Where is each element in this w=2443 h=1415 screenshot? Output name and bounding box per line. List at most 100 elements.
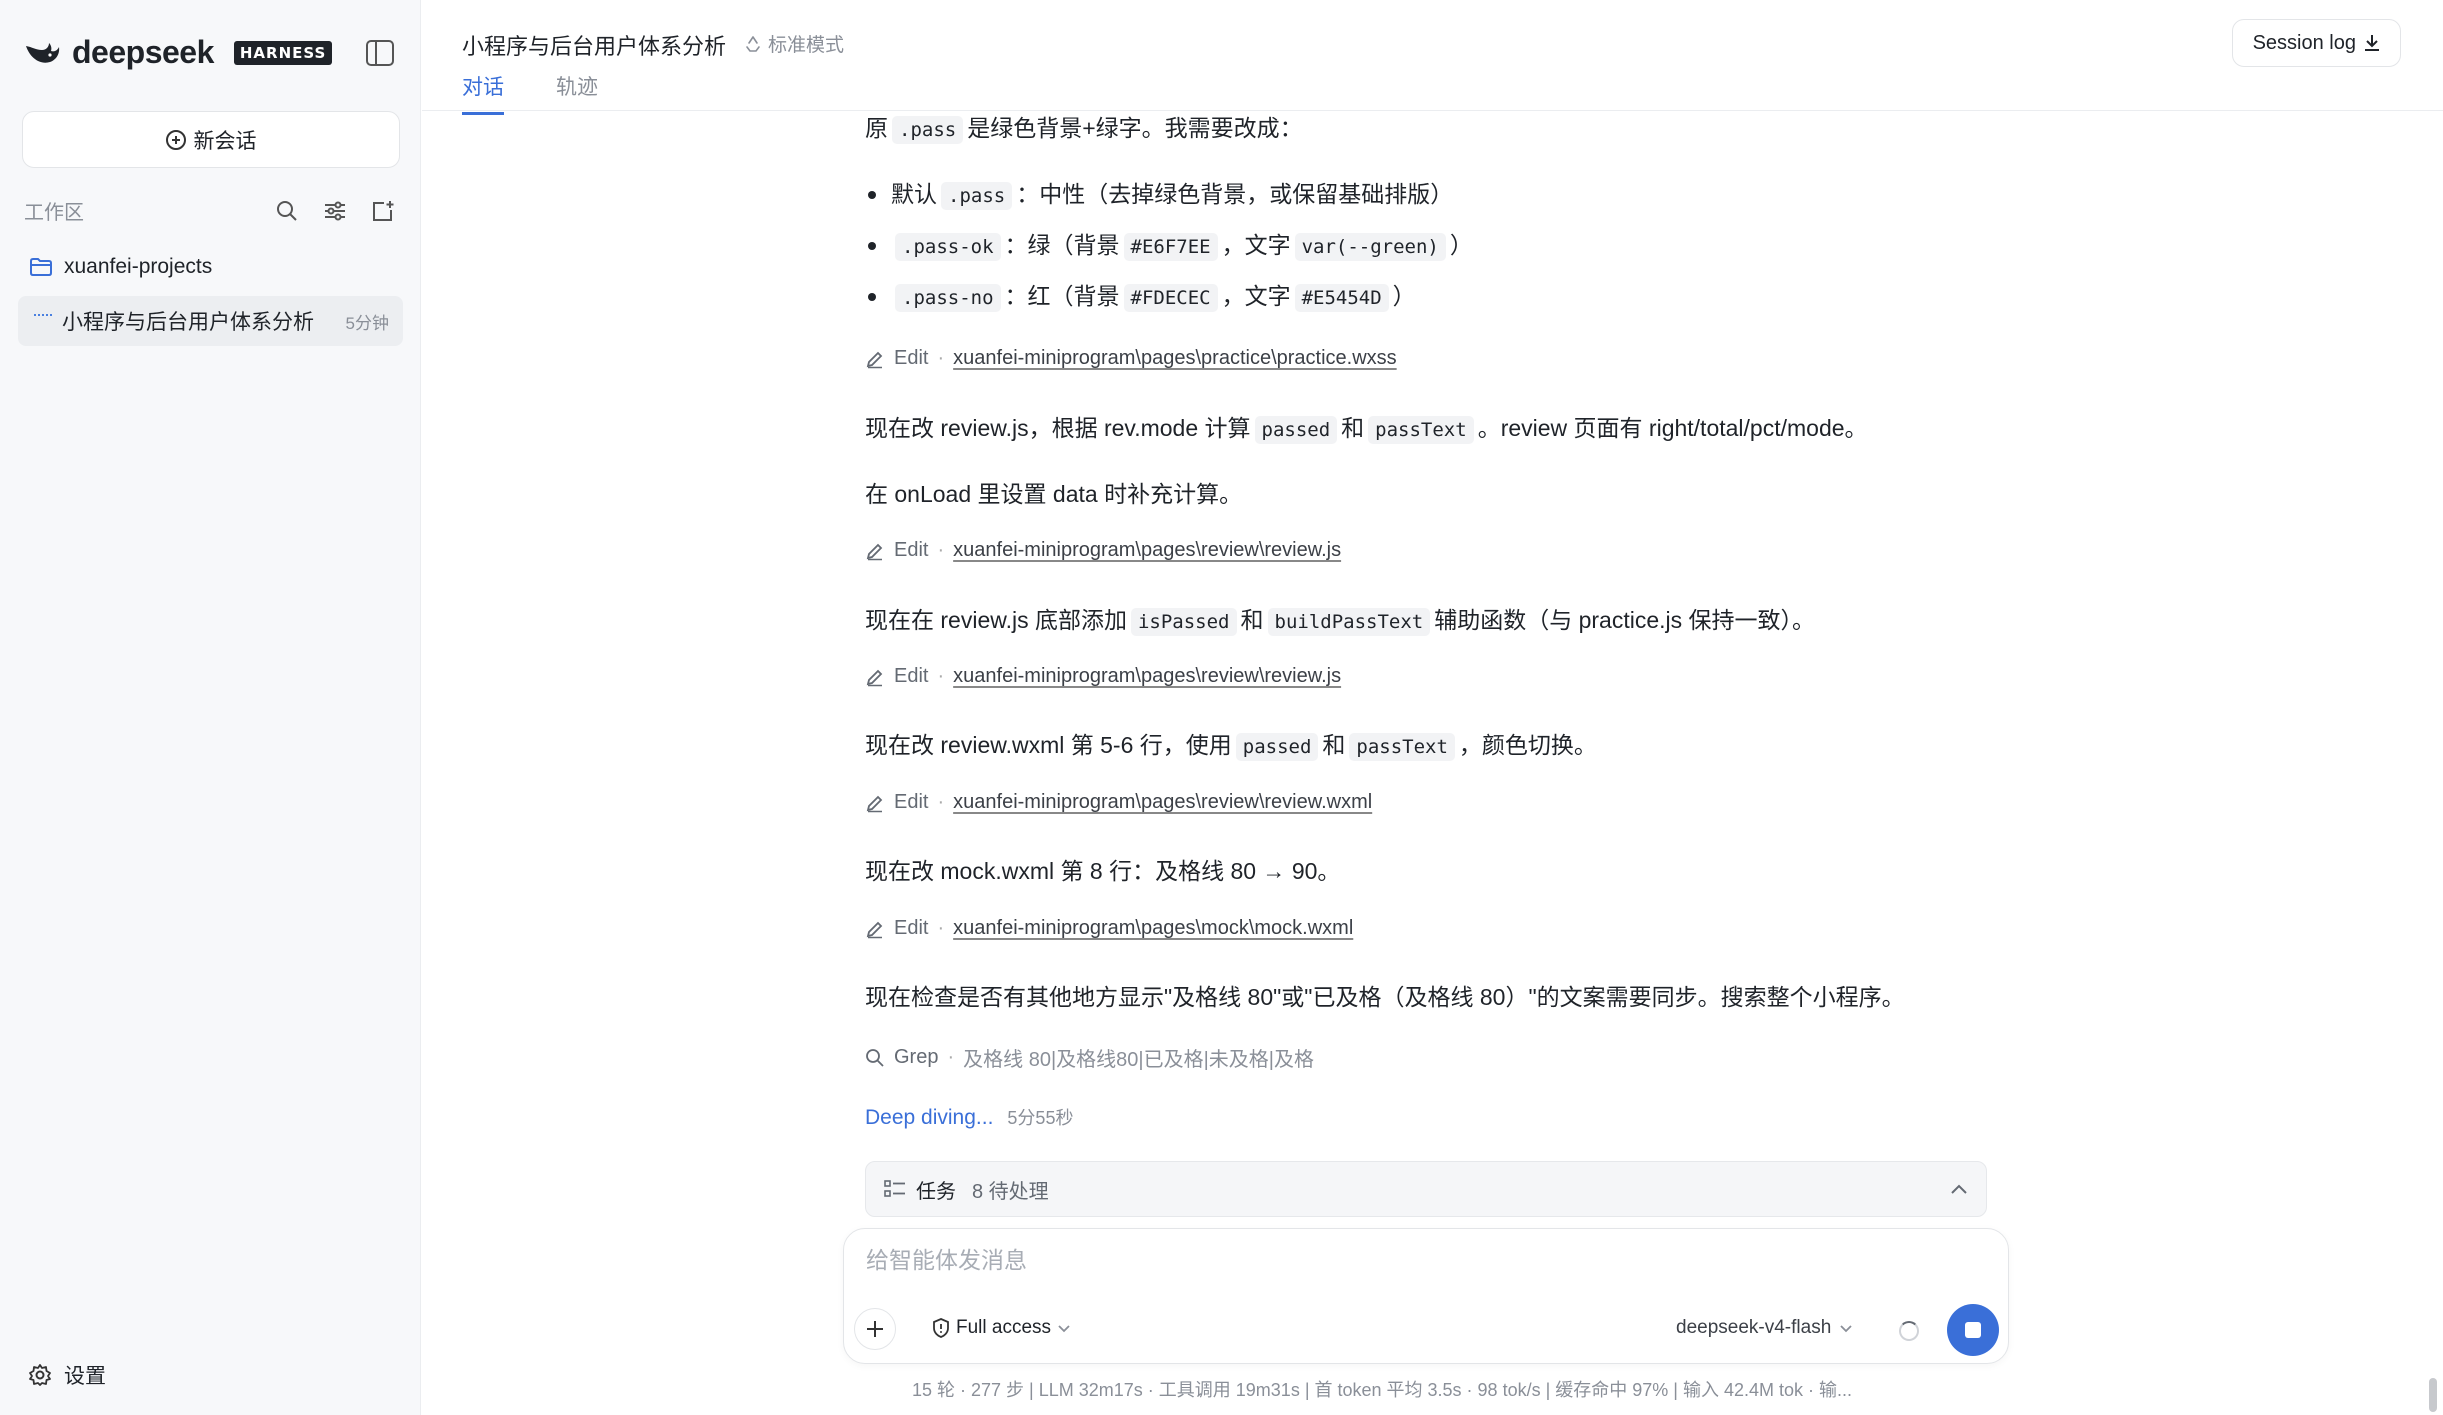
inline-code: #E6F7EE: [1123, 233, 1218, 261]
message-text: 现在改 review.wxml 第 5-6 行，使用 passed 和 passTex…: [865, 728, 1597, 764]
session-log-button[interactable]: Session log: [2231, 19, 2401, 67]
text-fragment: 和: [1240, 607, 1264, 633]
inline-code: passText: [1349, 733, 1455, 761]
text-fragment: ，文字: [1221, 283, 1291, 309]
tool-target-link[interactable]: xuanfei-miniprogram\pages\review\review.…: [953, 665, 1341, 688]
search-icon: [866, 1048, 884, 1067]
separator-dot: ·: [947, 1046, 955, 1068]
shield-icon: [933, 1318, 949, 1338]
tool-call-row[interactable]: Edit · xuanfei-miniprogram\pages\practic…: [865, 347, 1397, 370]
text-fragment: 辅助函数（与 practice.js 保持一致）。: [1434, 607, 1816, 633]
folder-icon: [30, 258, 52, 276]
plus-circle-icon: [165, 129, 186, 150]
text-fragment: ）: [1449, 232, 1473, 258]
chevron-down-icon: [1058, 1325, 1070, 1333]
tool-target-link[interactable]: xuanfei-miniprogram\pages\review\review.…: [953, 791, 1372, 814]
separator-dot: ·: [937, 539, 945, 561]
inline-code: .pass: [941, 182, 1013, 210]
separator-dot: ·: [937, 791, 945, 813]
message-text: 现在在 review.js 底部添加 isPassed 和 buildPassText…: [865, 603, 1815, 639]
list-item: .pass-ok ：绿（背景 #E6F7EE ，文字 var(--green)）: [865, 228, 1473, 264]
plus-icon: [867, 1321, 883, 1337]
message-text: 在 onLoad 里设置 data 时补充计算。: [865, 481, 1243, 507]
text-fragment: ，文字: [1221, 232, 1291, 258]
tool-call-row[interactable]: Edit · xuanfei-miniprogram\pages\review\…: [865, 539, 1341, 562]
workspace-label: 工作区: [24, 202, 84, 224]
new-chat-button[interactable]: 新会话: [22, 111, 400, 168]
separator-dot: ·: [937, 347, 945, 369]
folder-item[interactable]: xuanfei-projects: [30, 255, 212, 279]
tab-trace[interactable]: 轨迹: [556, 71, 598, 115]
text-fragment: 现在改 review.js，根据 rev.mode 计算: [865, 415, 1251, 441]
tool-query: 及格线 80|及格线80|已及格|未及格|及格: [963, 1049, 1314, 1071]
inline-code: .pass-ok: [895, 233, 1001, 261]
inline-code: isPassed: [1130, 608, 1237, 636]
message-text: 现在检查是否有其他地方显示"及格线 80"或"已及格（及格线 80）"的文案需要…: [865, 984, 1905, 1010]
scrollbar-thumb[interactable]: [2429, 1378, 2437, 1412]
inline-code: #E5454D: [1294, 284, 1389, 312]
tool-action: Edit: [894, 665, 929, 687]
model-label: deepseek-v4-flash: [1676, 1317, 1832, 1338]
text-fragment: ：红（背景: [1004, 283, 1120, 309]
mode-label: 标准模式: [768, 35, 845, 56]
inline-code: var(--green): [1294, 233, 1446, 261]
chevron-down-icon: [1840, 1325, 1852, 1333]
search-icon[interactable]: [274, 198, 300, 224]
add-attachment-button[interactable]: [854, 1308, 896, 1350]
page-title: 小程序与后台用户体系分析: [462, 34, 727, 59]
message-text: 现在改 mock.wxml 第 8 行：及格线 80 → 90。: [865, 858, 1341, 884]
pencil-icon: [866, 543, 883, 560]
new-folder-icon[interactable]: [370, 198, 396, 224]
session-item[interactable]: 小程序与后台用户体系分析 5分钟: [18, 296, 403, 346]
pencil-icon: [866, 795, 883, 812]
tool-call-row[interactable]: Edit · xuanfei-miniprogram\pages\review\…: [865, 791, 1372, 814]
access-label: Full access: [956, 1317, 1052, 1338]
message-input[interactable]: [866, 1247, 1966, 1274]
text-fragment: 是绿色背景+绿字。我需要改成：: [967, 115, 1303, 141]
brand-badge: HARNESS: [233, 40, 333, 65]
tab-chat[interactable]: 对话: [462, 71, 504, 115]
tool-call-row[interactable]: Edit · xuanfei-miniprogram\pages\review\…: [865, 665, 1341, 688]
task-panel-toggle[interactable]: 任务 8 待处理: [865, 1161, 1987, 1217]
text-fragment: 。review 页面有 right/total/pct/mode。: [1477, 415, 1868, 441]
session-stats: 15 轮 · 277 步 | LLM 32m17s · 工具调用 19m31s …: [912, 1380, 1853, 1400]
stop-button[interactable]: [1947, 1304, 1999, 1356]
access-dropdown[interactable]: Full access: [932, 1317, 1071, 1339]
brand[interactable]: deepseek HARNESS: [24, 34, 333, 71]
thinking-label: Deep diving...: [865, 1106, 994, 1129]
task-count: 8 待处理: [972, 1180, 1049, 1203]
session-time: 5分钟: [345, 313, 389, 333]
sidebar: deepseek HARNESS 新会话 工作区 xuanfei-project…: [0, 0, 421, 1415]
sidebar-toggle-icon[interactable]: [366, 40, 394, 66]
gear-icon: [29, 1364, 51, 1386]
download-icon: [2365, 35, 2379, 51]
topbar: 小程序与后台用户体系分析 标准模式 对话 轨迹 Session log: [422, 0, 2443, 115]
mode-indicator[interactable]: 标准模式: [744, 30, 844, 57]
whale-logo-icon: [26, 42, 60, 63]
recycle-icon: [746, 35, 760, 52]
inline-code: passed: [1254, 416, 1338, 444]
pencil-icon: [866, 669, 883, 686]
session-title: 小程序与后台用户体系分析: [62, 311, 314, 334]
tool-action: Edit: [894, 791, 929, 813]
tool-call-row[interactable]: Edit · xuanfei-miniprogram\pages\mock\mo…: [865, 917, 1353, 940]
composer: Full access deepseek-v4-flash: [843, 1228, 2009, 1364]
inline-code: .pass: [892, 116, 964, 144]
model-selector[interactable]: deepseek-v4-flash: [1676, 1317, 1853, 1339]
tab-bar: 对话 轨迹: [462, 71, 598, 115]
text-fragment: 原: [865, 115, 888, 141]
tool-target-link[interactable]: xuanfei-miniprogram\pages\mock\mock.wxml: [953, 917, 1353, 940]
chevron-up-icon: [1951, 1184, 1967, 1194]
inline-code: buildPassText: [1267, 608, 1431, 636]
tool-call-row[interactable]: Grep · 及格线 80|及格线80|已及格|未及格|及格: [865, 1043, 1314, 1072]
message-text: 现在改 review.js，根据 rev.mode 计算 passed 和 passT…: [865, 411, 1868, 447]
settings-button[interactable]: 设置: [28, 1360, 106, 1390]
stop-icon: [1965, 1322, 1981, 1338]
thinking-status: Deep diving... 5分55秒: [865, 1104, 1073, 1130]
tool-target-link[interactable]: xuanfei-miniprogram\pages\practice\pract…: [953, 347, 1397, 370]
filter-icon[interactable]: [322, 198, 348, 224]
tool-target-link[interactable]: xuanfei-miniprogram\pages\review\review.…: [953, 539, 1341, 562]
task-list-icon: [884, 1180, 905, 1197]
session-log-label: Session log: [2252, 31, 2356, 54]
tool-action: Edit: [894, 347, 929, 369]
